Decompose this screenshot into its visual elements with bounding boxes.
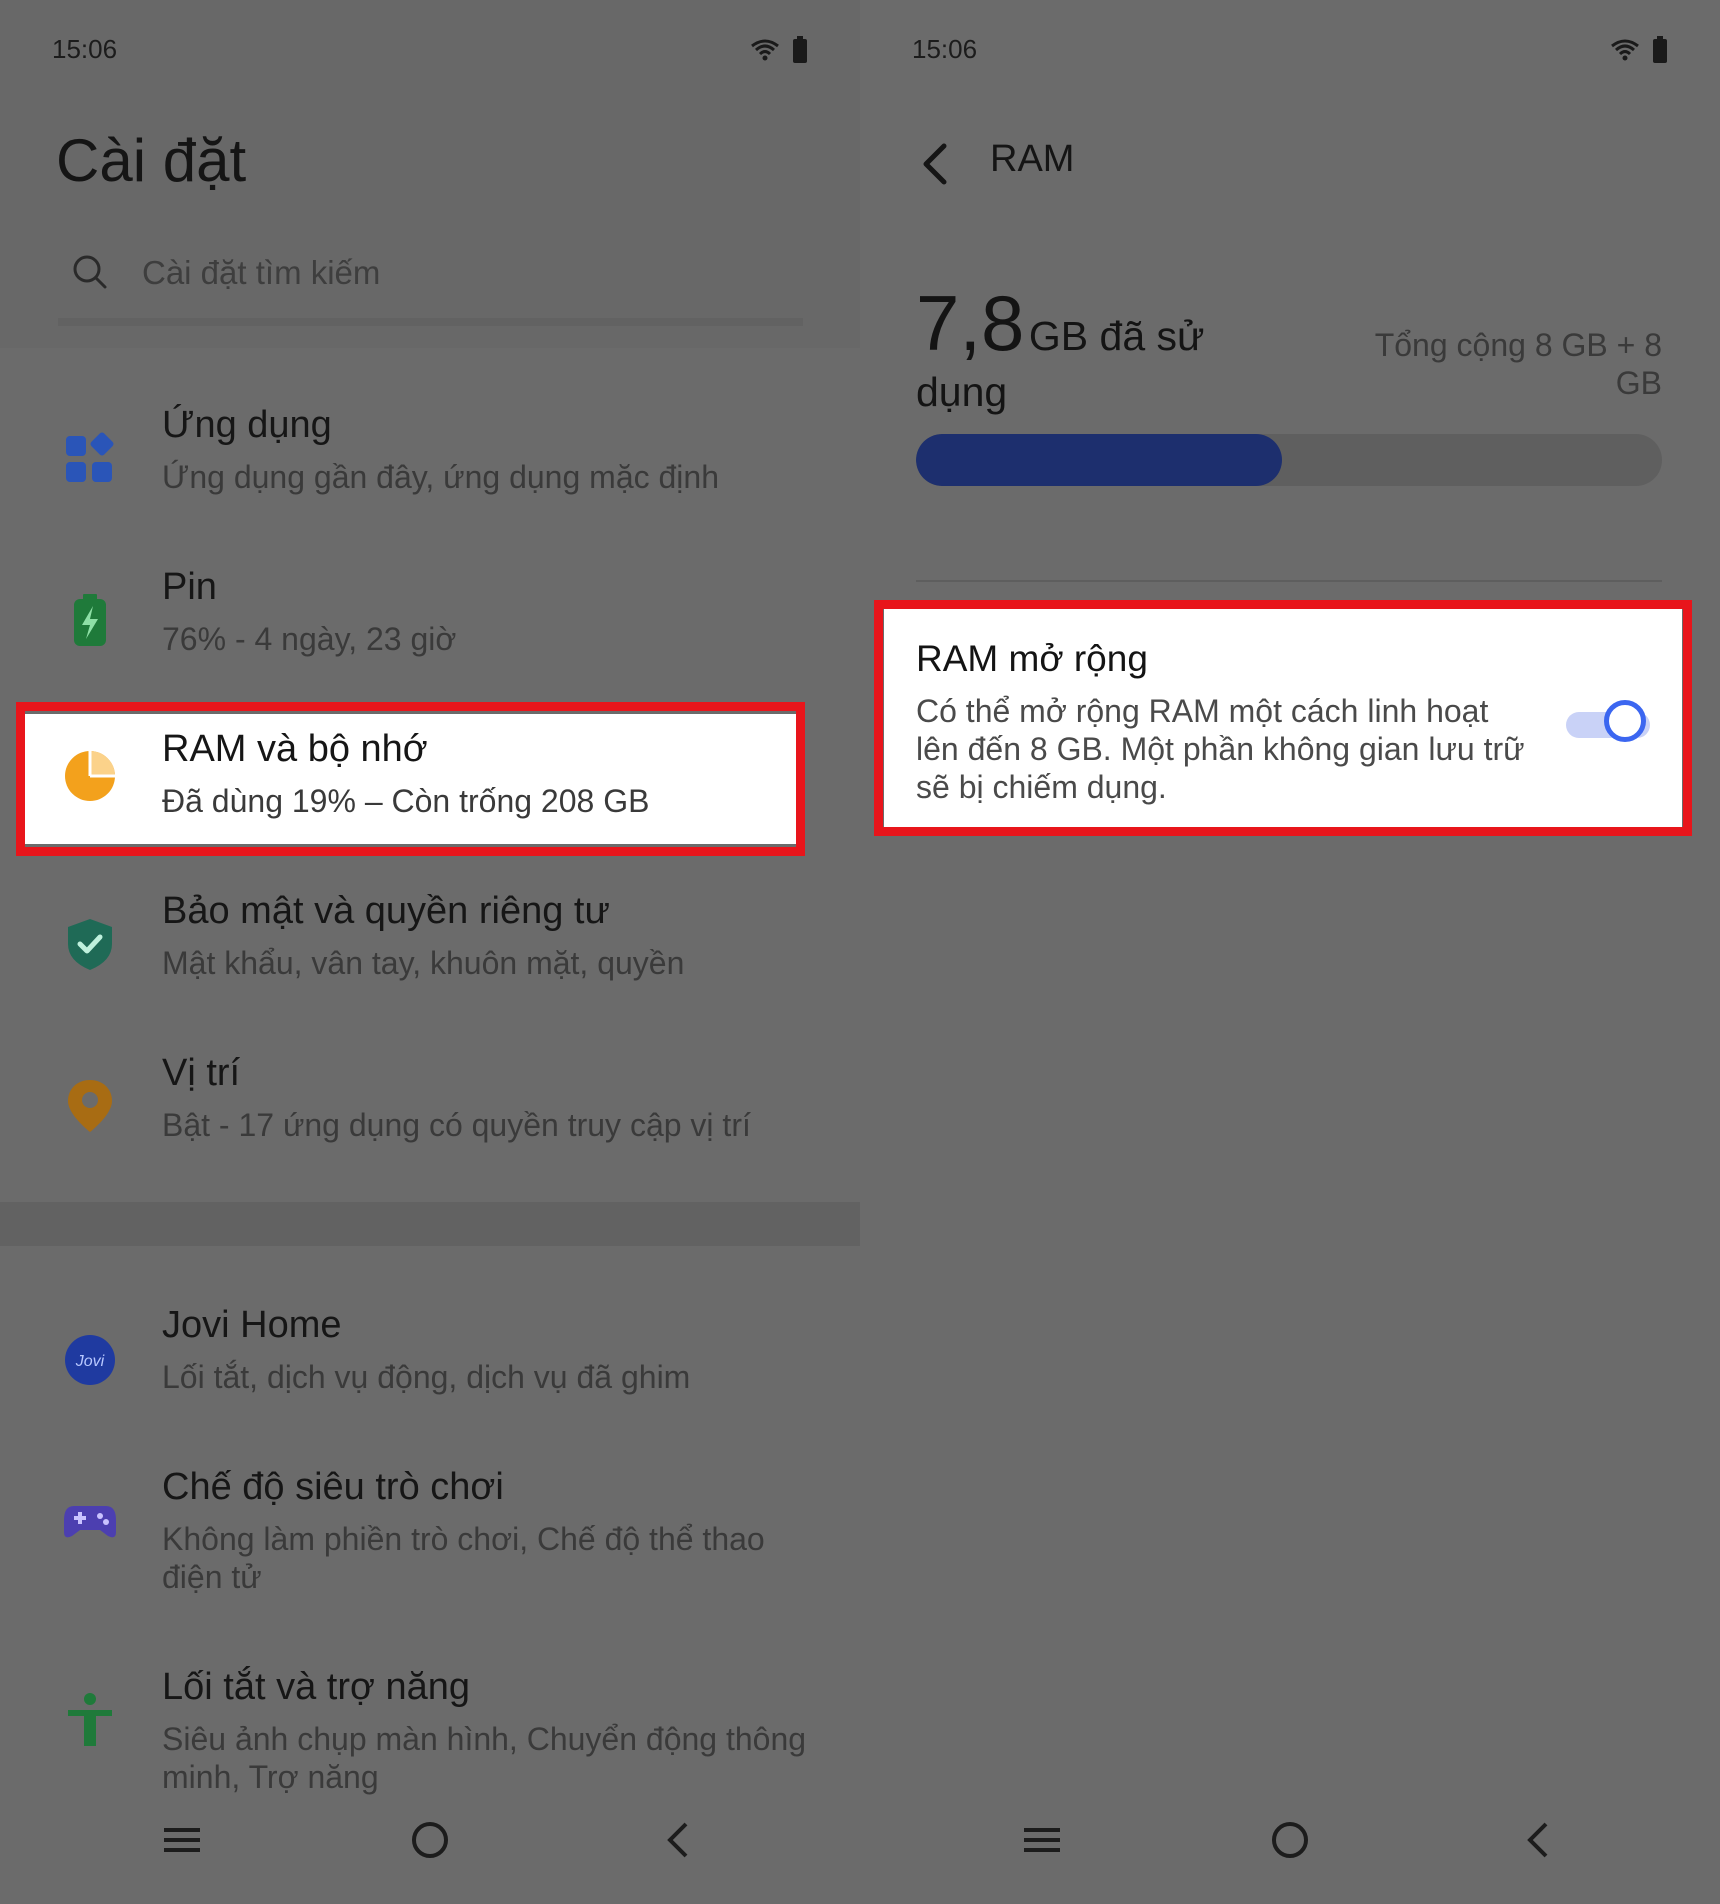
section-divider — [0, 1202, 860, 1246]
battery-icon — [74, 594, 106, 646]
navigation-bar — [0, 1820, 860, 1880]
settings-item-accessibility[interactable]: Lối tắt và trợ năng Siêu ảnh chụp màn hì… — [0, 1666, 860, 1816]
settings-item-game-mode[interactable]: Chế độ siêu trò chơi Không làm phiền trò… — [0, 1466, 860, 1616]
jovi-icon: Jovi — [65, 1335, 115, 1385]
item-title: Jovi Home — [162, 1304, 342, 1346]
settings-item-security[interactable]: Bảo mật và quyền riêng tư Mật khẩu, vân … — [0, 890, 860, 1040]
ram-usage-bar — [916, 434, 1662, 486]
page-title: Cài đặt — [56, 127, 247, 194]
home-icon[interactable] — [1270, 1820, 1310, 1860]
item-title: Pin — [162, 566, 217, 608]
navigation-bar — [860, 1820, 1720, 1880]
status-bar: 15:06 — [912, 34, 1668, 70]
settings-item-location[interactable]: Vị trí Bật - 17 ứng dụng có quyền truy c… — [0, 1052, 860, 1202]
search-input[interactable]: Cài đặt tìm kiếm — [58, 248, 803, 326]
status-time: 15:06 — [912, 34, 978, 64]
item-title: Vị trí — [162, 1052, 241, 1094]
ram-used-summary: 7,8 GB đã sử dụng — [916, 278, 1246, 416]
settings-item-apps[interactable]: Ứng dụng Ứng dụng gần đây, ứng dụng mặc … — [0, 404, 860, 554]
item-subtitle: Bật - 17 ứng dụng có quyền truy cập vị t… — [162, 1107, 751, 1143]
home-icon[interactable] — [410, 1820, 450, 1860]
item-subtitle: 76% - 4 ngày, 23 giờ — [162, 621, 457, 657]
gamepad-icon — [64, 1506, 116, 1538]
settings-item-battery[interactable]: Pin 76% - 4 ngày, 23 giờ — [0, 566, 860, 716]
highlight-frame — [874, 600, 1692, 836]
accessibility-icon — [68, 1693, 112, 1746]
item-subtitle: Lối tắt, dịch vụ động, dịch vụ đã ghim — [162, 1359, 691, 1395]
highlight-frame — [16, 702, 805, 856]
menu-icon[interactable] — [162, 1820, 202, 1860]
item-title: Lối tắt và trợ năng — [162, 1666, 470, 1708]
ram-panel: 15:06 RAM 7,8 GB đã sử dụng Tổng cộng 8 … — [860, 0, 1720, 1904]
back-nav-icon[interactable] — [660, 1820, 700, 1860]
battery-status-icon — [793, 36, 807, 63]
item-subtitle: Siêu ảnh chụp màn hình, Chuyển động thôn… — [162, 1721, 807, 1795]
item-subtitle: Mật khẩu, vân tay, khuôn mặt, quyền — [162, 945, 685, 981]
status-bar: 15:06 — [52, 34, 808, 70]
search-icon — [73, 255, 107, 289]
wifi-icon — [1611, 39, 1639, 61]
apps-grid-icon — [66, 432, 114, 482]
back-arrow-icon[interactable] — [916, 142, 956, 186]
page-title: RAM — [990, 138, 1075, 180]
settings-item-jovi-home[interactable]: Jovi Jovi Home Lối tắt, dịch vụ động, dị… — [0, 1304, 860, 1454]
item-subtitle: Không làm phiền trò chơi, Chế độ thể tha… — [162, 1521, 765, 1595]
settings-panel: 15:06 Cài đặt Cài đặt tìm kiếm Ứng dụng … — [0, 0, 860, 1904]
item-subtitle: Ứng dụng gần đây, ứng dụng mặc định — [162, 459, 719, 495]
status-time: 15:06 — [52, 34, 118, 64]
back-nav-icon[interactable] — [1520, 1820, 1560, 1860]
shield-check-icon — [68, 919, 112, 970]
ram-used-value: 7,8 — [916, 279, 1025, 367]
item-title: Bảo mật và quyền riêng tư — [162, 890, 610, 932]
ram-usage-fill — [916, 434, 1282, 486]
menu-icon[interactable] — [1022, 1820, 1062, 1860]
location-pin-icon — [68, 1080, 112, 1132]
item-title: Ứng dụng — [162, 404, 332, 446]
battery-status-icon — [1653, 36, 1667, 63]
jovi-icon-text: Jovi — [75, 1353, 105, 1370]
ram-total: Tổng cộng 8 GB + 8 GB — [1374, 327, 1662, 401]
wifi-icon — [751, 39, 779, 61]
search-placeholder: Cài đặt tìm kiếm — [142, 254, 381, 291]
item-title: Chế độ siêu trò chơi — [162, 1466, 504, 1508]
divider — [916, 580, 1662, 582]
